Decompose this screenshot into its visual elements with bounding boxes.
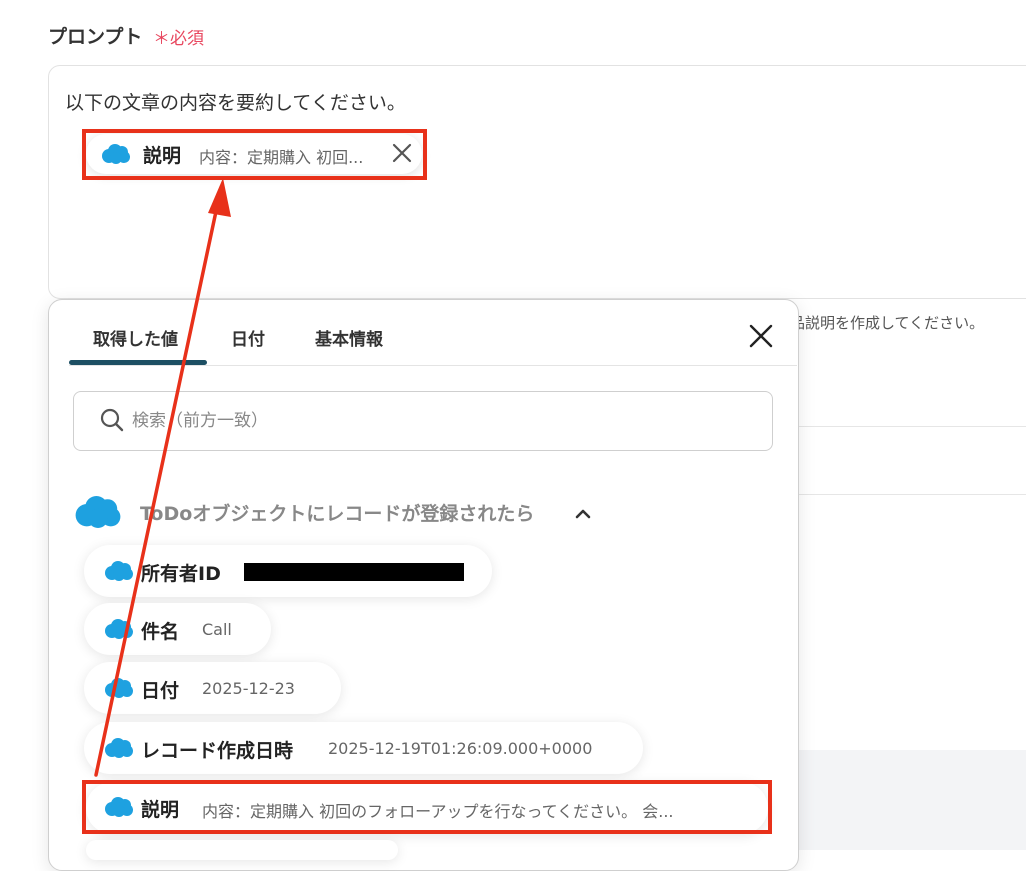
item-label: 件名 [141, 621, 180, 643]
divider [798, 494, 1026, 495]
salesforce-cloud-icon [104, 560, 134, 582]
required-badge: ＊必須 [153, 29, 204, 49]
item-value: 2025-12-19T01:26:09.000+0000 [328, 739, 593, 758]
item-label: 所有者ID [141, 563, 221, 585]
background-panel [798, 750, 1026, 850]
redaction-bar [244, 563, 464, 581]
item-label: レコード作成日時 [141, 740, 294, 762]
close-icon[interactable] [745, 320, 777, 352]
chevron-up-icon[interactable] [572, 503, 594, 525]
prompt-text: 以下の文章の内容を要約してください。 [65, 92, 406, 114]
tab-divider [69, 365, 797, 366]
search-input[interactable] [130, 401, 754, 441]
background-hint-text: 品説明を作成してください。 [790, 314, 985, 332]
salesforce-cloud-icon [104, 737, 134, 759]
item-label: 日付 [141, 680, 180, 702]
search-icon [99, 407, 125, 437]
item-value: Call [202, 620, 232, 639]
divider [798, 426, 1026, 427]
group-title[interactable]: ToDoオブジェクトにレコードが登録されたら [140, 499, 534, 526]
tab-acquired-values[interactable]: 取得した値 [93, 325, 178, 350]
field-label: プロンプト [48, 26, 143, 48]
tab-date[interactable]: 日付 [231, 325, 265, 350]
item-value: 2025-12-23 [202, 679, 295, 698]
highlight-frame-top [82, 129, 427, 180]
salesforce-cloud-icon [74, 494, 122, 530]
salesforce-cloud-icon [104, 618, 134, 640]
list-item[interactable] [86, 840, 398, 860]
highlight-frame-bottom [82, 780, 772, 834]
salesforce-cloud-icon [104, 677, 134, 699]
tab-basic-info[interactable]: 基本情報 [315, 325, 383, 350]
